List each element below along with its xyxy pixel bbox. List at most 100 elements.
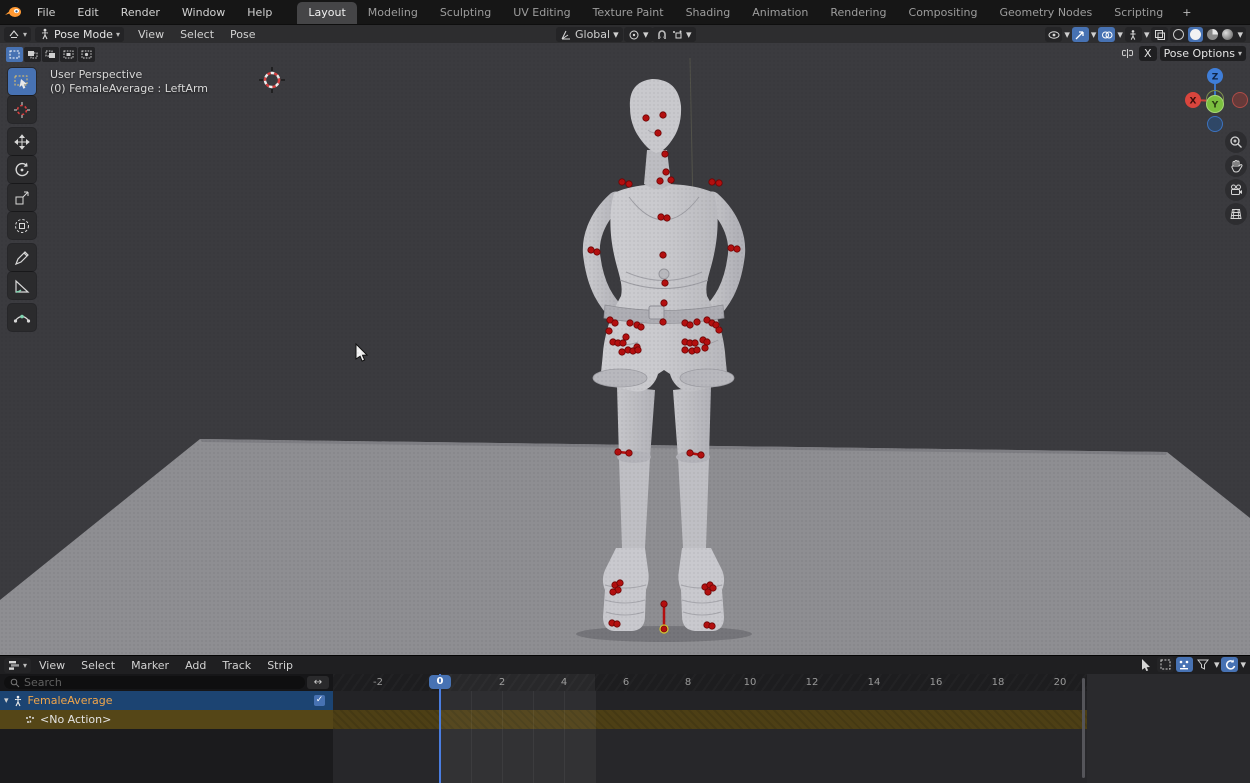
nla-scrollbar[interactable] [1082, 678, 1085, 778]
shading-material-button[interactable] [1207, 29, 1218, 40]
playhead[interactable] [439, 674, 441, 783]
select-mode-subtract[interactable] [42, 47, 59, 62]
move-tool-button[interactable] [8, 128, 36, 155]
viewport-toggle-cluster: ▾ ▾ ▾ ▾ ▾ [1045, 27, 1246, 42]
rotate-tool-button[interactable] [8, 156, 36, 183]
chevron-down-icon[interactable]: ▾ [1237, 28, 1243, 41]
chevron-down-icon[interactable]: ▾ [1091, 28, 1097, 41]
nla-menu-strip[interactable]: Strip [259, 657, 301, 674]
pivot-point-icon [628, 29, 640, 41]
tab-geometry-nodes[interactable]: Geometry Nodes [988, 2, 1103, 24]
chevron-down-icon[interactable]: ▾ [1240, 658, 1246, 671]
tab-shading[interactable]: Shading [675, 2, 742, 24]
pivot-point-dropdown[interactable]: ▾ [624, 27, 653, 42]
viewport-3d[interactable]: X Pose Options ▾ User Perspective (0) Fe… [0, 43, 1250, 655]
tab-texture-paint[interactable]: Texture Paint [582, 2, 675, 24]
expand-channels-button[interactable]: ↔ [307, 676, 329, 689]
viewport-menu-view[interactable]: View [130, 26, 172, 43]
nla-menu-view[interactable]: View [31, 657, 73, 674]
editor-type-button[interactable]: ▾ [4, 27, 31, 42]
pose-breakdowner-tool-button[interactable] [8, 304, 36, 331]
nla-menu-track[interactable]: Track [214, 657, 259, 674]
toggle-xray-button[interactable] [1151, 27, 1168, 42]
channel-row-armature[interactable]: ▾ FemaleAverage ✓ [0, 691, 333, 710]
select-mode-intersect[interactable] [78, 47, 95, 62]
tab-sculpting[interactable]: Sculpting [429, 2, 502, 24]
camera-view-button[interactable] [1225, 179, 1247, 201]
show-overlays-toggle[interactable] [1098, 27, 1115, 42]
tab-scripting[interactable]: Scripting [1103, 2, 1174, 24]
chevron-down-icon[interactable]: ▾ [1117, 28, 1123, 41]
channel-enabled-checkbox[interactable]: ✓ [314, 695, 325, 706]
nla-editor-type-button[interactable]: ▾ [4, 658, 31, 673]
nla-cursor-tool-icon[interactable] [1138, 657, 1155, 672]
menu-edit[interactable]: Edit [68, 3, 107, 22]
nla-show-markers-toggle[interactable] [1176, 657, 1193, 672]
gizmo-axis-neg-x[interactable] [1233, 93, 1248, 108]
tab-layout[interactable]: Layout [297, 2, 356, 24]
annotate-tool-button[interactable] [8, 244, 36, 271]
select-mode-extend[interactable] [24, 47, 41, 62]
menu-render[interactable]: Render [112, 3, 169, 22]
gizmo-axis-y[interactable]: Y [1207, 96, 1224, 113]
gizmo-axis-z[interactable]: Z [1207, 68, 1223, 84]
pose-options-dropdown[interactable]: Pose Options ▾ [1160, 46, 1246, 61]
nla-menu-add[interactable]: Add [177, 657, 214, 674]
tab-rendering[interactable]: Rendering [819, 2, 897, 24]
select-box-tool-button[interactable] [8, 68, 36, 95]
menu-help[interactable]: Help [238, 3, 281, 22]
shading-wireframe-button[interactable] [1173, 29, 1184, 40]
ruler-tick-6: 6 [611, 677, 641, 688]
ruler-tick-18: 18 [983, 677, 1013, 688]
transform-tool-button[interactable] [8, 212, 36, 239]
scale-tool-button[interactable] [8, 184, 36, 211]
blender-logo-icon[interactable] [0, 0, 26, 24]
chevron-down-icon[interactable]: ▾ [1214, 658, 1220, 671]
disclosure-triangle-icon[interactable]: ▾ [4, 696, 9, 706]
cursor-tool-button[interactable] [8, 96, 36, 123]
snap-group[interactable]: ▾ [652, 27, 696, 42]
zoom-view-button[interactable] [1225, 131, 1247, 153]
object-visibility-toggle[interactable] [1045, 27, 1062, 42]
show-gizmos-toggle[interactable] [1072, 27, 1089, 42]
auto-snap-toggle[interactable] [1221, 657, 1238, 672]
pan-view-button[interactable] [1225, 155, 1247, 177]
tab-uv-editing[interactable]: UV Editing [502, 2, 581, 24]
shading-mode-group: ▾ [1170, 27, 1246, 42]
gizmo-axis-neg-z[interactable] [1208, 117, 1223, 132]
chevron-down-icon[interactable]: ▾ [1144, 28, 1150, 41]
search-input[interactable]: Search [4, 676, 305, 689]
timeline-ruler[interactable]: 0 -22468101214161820 [333, 674, 1087, 691]
toggle-orthographic-button[interactable] [1225, 203, 1247, 225]
mode-selector[interactable]: Pose Mode ▾ [35, 27, 124, 42]
current-frame-badge[interactable]: 0 [429, 675, 451, 689]
pose-breakdowner-icon [13, 309, 31, 327]
add-workspace-button[interactable]: + [1174, 2, 1199, 24]
shading-rendered-button[interactable] [1222, 29, 1233, 40]
topbar: FileEditRenderWindowHelp LayoutModelingS… [0, 0, 1250, 24]
tab-animation[interactable]: Animation [741, 2, 819, 24]
viewport-menu-pose[interactable]: Pose [222, 26, 263, 43]
navigation-gizmo[interactable]: Y Z X [1180, 63, 1250, 135]
viewport-menu-select[interactable]: Select [172, 26, 222, 43]
mirror-x-icon[interactable] [1119, 46, 1136, 61]
select-mode-set[interactable] [6, 47, 23, 62]
nla-menu-marker[interactable]: Marker [123, 657, 177, 674]
menu-file[interactable]: File [28, 3, 64, 22]
xray-pose-toggle[interactable] [1125, 27, 1142, 42]
channel-row-action[interactable]: <No Action> [0, 710, 333, 729]
filter-icon[interactable] [1195, 657, 1212, 672]
transform-orientation-dropdown[interactable]: Global ▾ [556, 27, 623, 42]
mirror-x-button[interactable]: X [1139, 46, 1157, 61]
chevron-down-icon[interactable]: ▾ [1064, 28, 1070, 41]
select-mode-invert[interactable] [60, 47, 77, 62]
nla-menu-select[interactable]: Select [73, 657, 123, 674]
gizmo-axis-x[interactable]: X [1185, 92, 1201, 108]
shading-solid-button[interactable] [1188, 27, 1203, 42]
tab-modeling[interactable]: Modeling [357, 2, 429, 24]
menu-window[interactable]: Window [173, 3, 234, 22]
tab-compositing[interactable]: Compositing [898, 2, 989, 24]
measure-tool-button[interactable] [8, 272, 36, 299]
nla-marquee-icon[interactable] [1157, 657, 1174, 672]
ruler-tick-20: 20 [1045, 677, 1075, 688]
